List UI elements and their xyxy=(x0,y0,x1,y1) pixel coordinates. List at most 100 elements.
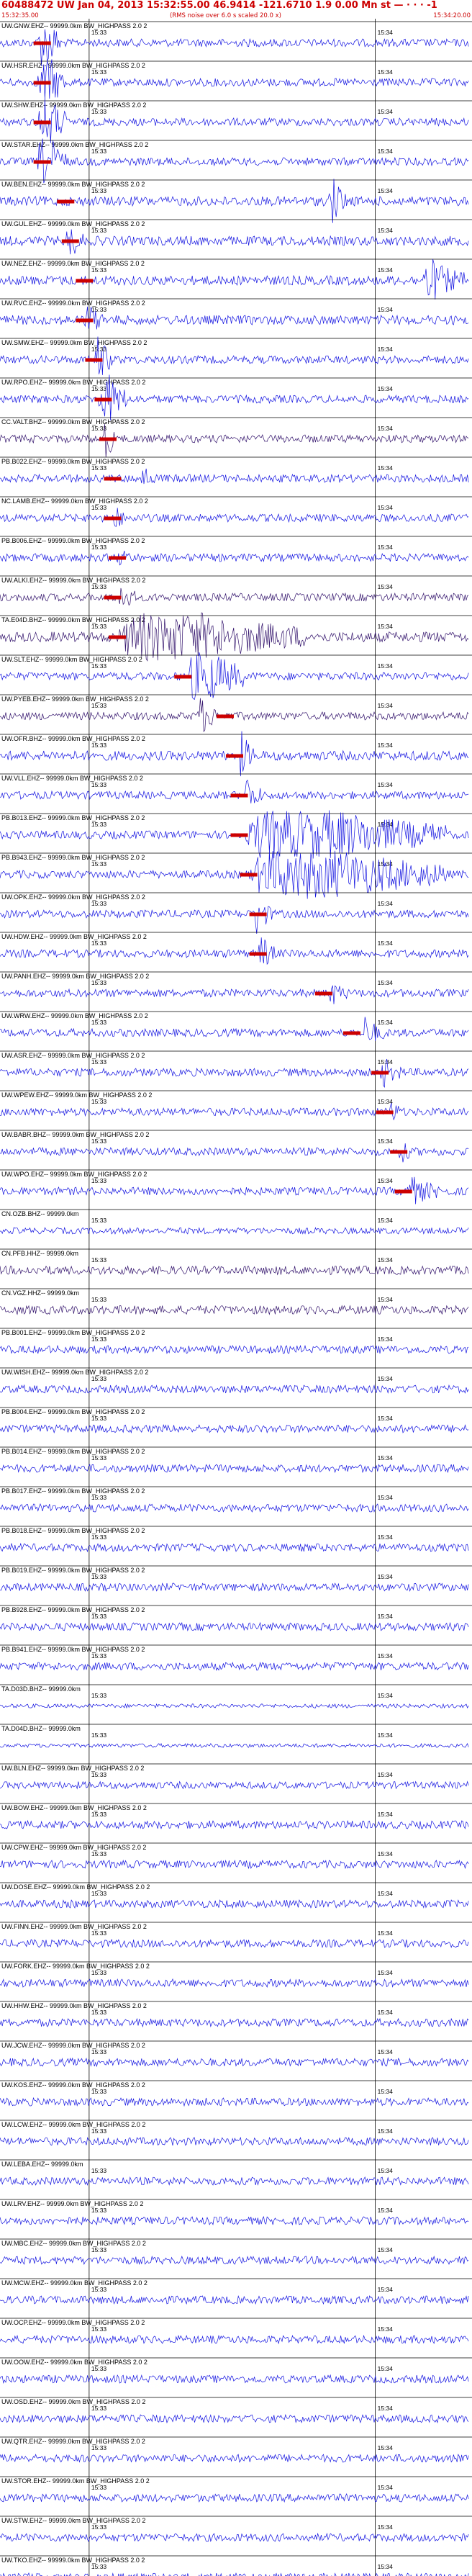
trace-label: UW.SMW.EHZ-- 99999.0km BW_HIGHPASS 2.0 2 xyxy=(1,339,147,346)
time-tick-label: 15:33 xyxy=(91,623,107,630)
waveform-trace xyxy=(0,1899,469,1909)
time-tick-label: 15:34 xyxy=(378,900,394,907)
time-tick-label: 15:33 xyxy=(91,1296,107,1303)
waveform-trace xyxy=(0,2572,469,2576)
trace-label: UW.HHW.EHZ-- 99999.0km BW_HIGHPASS 2.0 2 xyxy=(1,2002,147,2009)
time-tick-label: 15:34 xyxy=(378,1415,394,1422)
waveform-trace xyxy=(0,698,469,733)
phase-pick-marker xyxy=(109,556,126,560)
waveform-trace xyxy=(0,468,469,485)
trace-label: UW.JCW.EHZ-- 99999.0km BW_HIGHPASS 2.0 2 xyxy=(1,2042,145,2049)
time-tick-label: 15:34 xyxy=(378,821,394,828)
time-tick-label: 15:34 xyxy=(378,1573,394,1580)
time-tick-label: 15:34 xyxy=(378,2167,394,2174)
waveform-trace xyxy=(0,779,469,803)
time-tick-label: 15:34 xyxy=(378,2127,394,2135)
time-tick-label: 15:34 xyxy=(378,583,394,590)
time-tick-label: 15:33 xyxy=(91,1454,107,1462)
trace-label: UW.BEN.EHZ-- 99999.0km BW_HIGHPASS 2.0 2 xyxy=(1,181,145,188)
time-tick-label: 15:34 xyxy=(378,2286,394,2293)
trace-label: CC.VALT.BHZ-- 99999.0km BW_HIGHPASS 2.0 … xyxy=(1,418,145,425)
phase-pick-marker xyxy=(104,516,122,521)
time-tick-label: 15:34 xyxy=(378,1019,394,1026)
phase-pick-marker xyxy=(76,318,94,323)
time-tick-label: 15:34 xyxy=(378,1534,394,1541)
phase-pick-marker xyxy=(57,199,75,204)
time-tick-label: 15:34 xyxy=(378,1771,394,1778)
time-tick-label: 15:33 xyxy=(91,2088,107,2095)
time-tick-label: 15:34 xyxy=(378,504,394,511)
time-tick-label: 15:34 xyxy=(378,1336,394,1343)
time-tick-label: 15:33 xyxy=(91,2246,107,2253)
time-tick-label: 15:34 xyxy=(378,1256,394,1264)
phase-pick-marker xyxy=(226,754,243,758)
waveform-trace xyxy=(0,1423,469,1434)
waveform-trace xyxy=(0,1742,469,1749)
phase-pick-marker xyxy=(216,714,234,719)
time-tick-label: 15:33 xyxy=(91,2444,107,2451)
trace-label: UW.WISH.EHZ-- 99999.0km BW_HIGHPASS 2.0 … xyxy=(1,1369,148,1376)
time-tick-label: 15:34 xyxy=(378,1375,394,1382)
waveform-trace xyxy=(0,2176,469,2187)
trace-label: UW.OOW.EHZ-- 99999.0km BW_HIGHPASS 2.0 2 xyxy=(1,2359,148,2366)
time-tick-label: 15:34 xyxy=(378,1731,394,1739)
trace-label: UW.STW.EHZ-- 99999.0km BW_HIGHPASS 2.0 2 xyxy=(1,2517,145,2524)
time-tick-label: 15:33 xyxy=(91,148,107,155)
trace-label: UW.WPEW.EHZ-- 99999.0km BW_HIGHPASS 2.0 … xyxy=(1,1091,152,1099)
trace-label: UW.ALKI.EHZ-- 99999.0km BW_HIGHPASS 2.0 … xyxy=(1,577,145,584)
time-tick-label: 15:33 xyxy=(91,1256,107,1264)
waveform-trace xyxy=(0,587,469,606)
phase-pick-marker xyxy=(314,991,332,996)
trace-label: UW.PYEB.EHZ-- 99999.0km BW_HIGHPASS 2.0 … xyxy=(1,695,149,703)
time-tick-label: 15:33 xyxy=(91,1652,107,1659)
time-tick-label: 15:33 xyxy=(91,346,107,353)
trace-label: UW.STAR.EHZ-- 99999.0km BW_HIGHPASS 2.0 … xyxy=(1,141,148,148)
phase-pick-marker xyxy=(33,160,51,164)
phase-pick-marker xyxy=(394,1189,412,1194)
phase-pick-marker xyxy=(33,41,51,45)
time-tick-label: 15:34 xyxy=(378,2048,394,2055)
waveform-trace xyxy=(0,1464,469,1474)
phase-pick-marker xyxy=(230,833,248,837)
phase-pick-marker xyxy=(109,635,126,639)
trace-label: PB.B013.EHZ-- 99999.0km BW_HIGHPASS 2.0 … xyxy=(1,814,145,821)
phase-pick-marker xyxy=(76,279,94,283)
time-tick-label: 15:33 xyxy=(91,1019,107,1026)
time-tick-label: 15:33 xyxy=(91,1336,107,1343)
time-tick-label: 15:33 xyxy=(91,1534,107,1541)
phase-pick-marker xyxy=(85,358,103,362)
waveform-trace xyxy=(0,937,469,965)
time-tick-label: 15:33 xyxy=(91,2009,107,2016)
trace-label: UW.FINN.EHZ-- 99999.0km BW_HIGHPASS 2.0 … xyxy=(1,1923,147,1930)
trace-label: UW.LRV.EHZ-- 99999.0km BW_HIGHPASS 2.0 2 xyxy=(1,2200,143,2207)
trace-label: UW.LEBA.EHZ-- 99999.0km xyxy=(1,2161,83,2168)
time-tick-label: 15:33 xyxy=(91,504,107,511)
trace-label: TA.D04D.BHZ-- 99999.0km xyxy=(1,1725,81,1732)
waveform-trace xyxy=(0,1582,469,1593)
waveform-trace xyxy=(0,1621,469,1632)
waveform-trace xyxy=(0,2216,469,2226)
time-tick-label: 15:34 xyxy=(378,2088,394,2095)
waveform-trace xyxy=(0,1384,469,1395)
trace-label: CN.PFB.HHZ-- 99999.0km xyxy=(1,1250,78,1257)
time-tick-label: 15:34 xyxy=(378,1652,394,1659)
trace-label: UW.RVC.EHZ-- 99999.0km BW_HIGHPASS 2.0 2 xyxy=(1,300,145,307)
time-tick-label: 15:34 xyxy=(378,1850,394,1857)
time-tick-label: 15:33 xyxy=(91,781,107,788)
time-tick-label: 15:33 xyxy=(91,2127,107,2135)
time-tick-label: 15:34 xyxy=(378,2325,394,2333)
time-tick-label: 15:34 xyxy=(378,1217,394,1224)
trace-label: UW.PANH.EHZ-- 99999.0km BW_HIGHPASS 2.0 … xyxy=(1,973,149,980)
trace-label: UW.GUL.EHZ-- 99999.0km BW_HIGHPASS 2.0 2 xyxy=(1,220,145,228)
time-tick-label: 15:33 xyxy=(91,2048,107,2055)
time-tick-label: 15:33 xyxy=(91,1771,107,1778)
waveform-trace xyxy=(0,306,469,330)
trace-label: CN.OZB.BHZ-- 99999.0km xyxy=(1,1210,79,1217)
waveform-trace xyxy=(0,1265,469,1276)
waveform-trace xyxy=(0,2057,469,2068)
trace-label: UW.OSD.EHZ-- 99999.0km BW_HIGHPASS 2.0 2 xyxy=(1,2398,145,2405)
trace-label: UW.HSR.EHZ-- 99999.0km BW_HIGHPASS 2.0 2 xyxy=(1,62,145,69)
phase-pick-marker xyxy=(249,912,267,917)
time-tick-label: 15:33 xyxy=(91,108,107,115)
time-tick-label: 15:34 xyxy=(378,1811,394,1818)
